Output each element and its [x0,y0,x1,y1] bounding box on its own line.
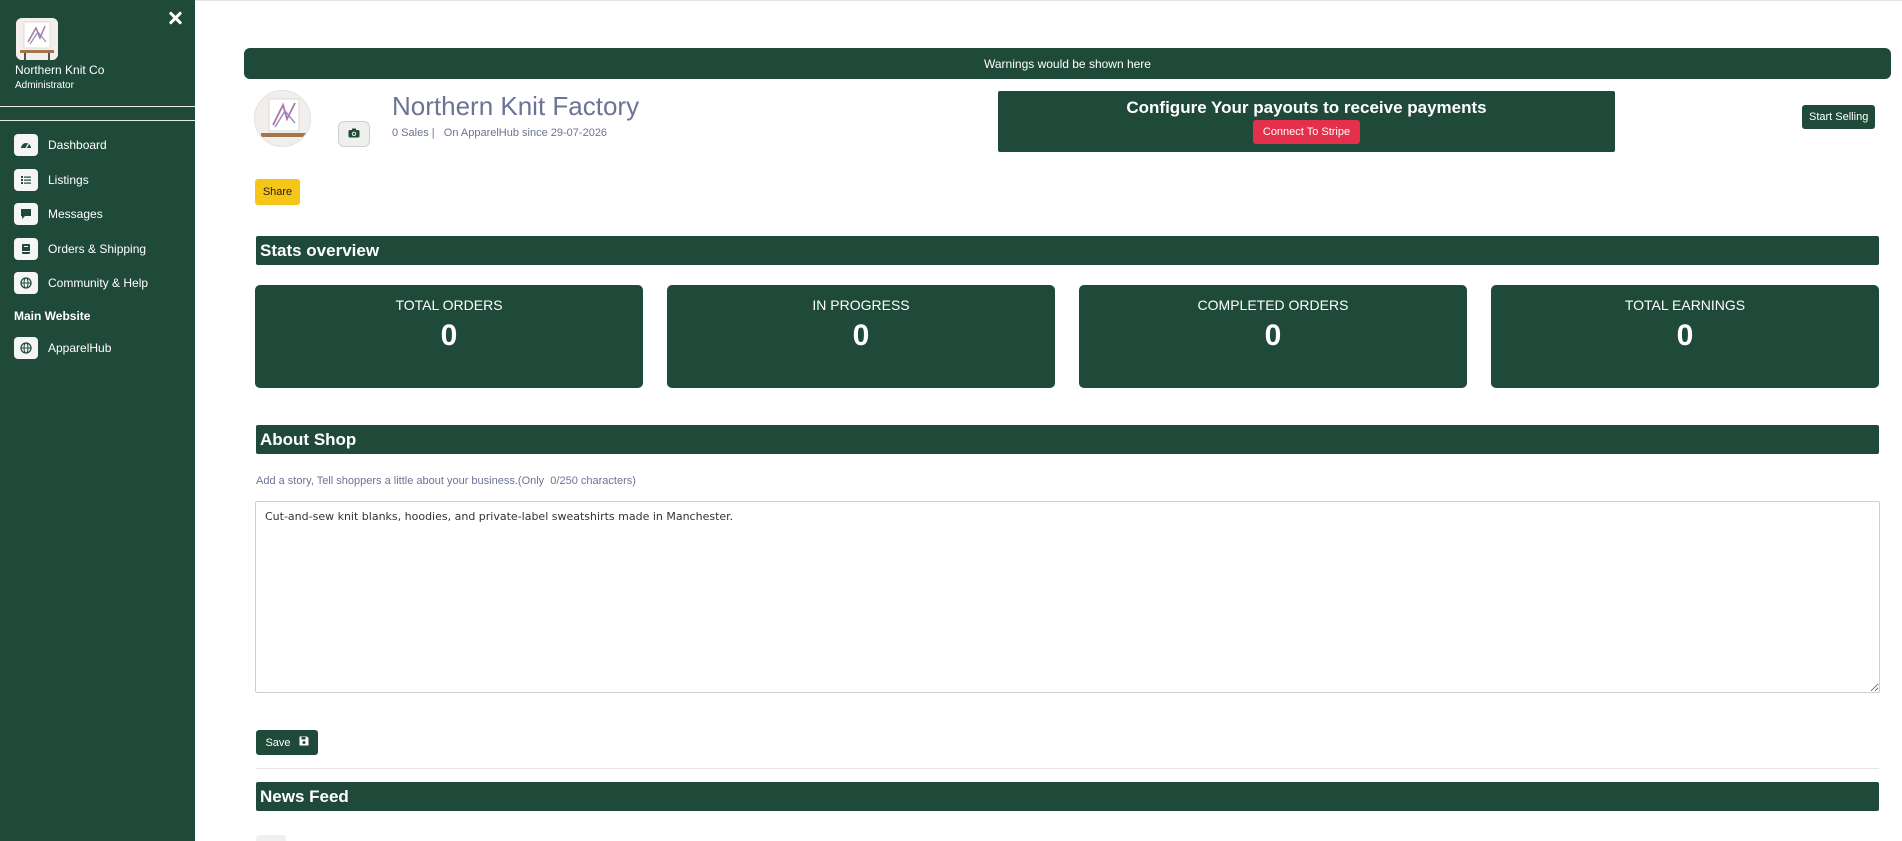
feed-item-thumbnail [256,835,286,841]
stat-value: 0 [1264,319,1282,352]
avatar [16,18,58,60]
shop-avatar [254,90,311,147]
sidebar-section-title: Main Website [14,308,91,323]
sidebar-item-apparelhub[interactable]: ApparelHub [14,331,184,366]
sidebar-role: Administrator [15,80,74,91]
stats-overview-header: Stats overview [256,236,1879,265]
divider [0,120,195,121]
stat-value: 0 [440,319,458,352]
sidebar-item-community-help[interactable]: Community & Help [14,266,184,301]
globe-icon [14,336,38,359]
about-shop-header: About Shop [256,425,1879,454]
share-button[interactable]: Share [255,179,300,205]
news-feed-header: News Feed [256,782,1879,811]
divider [195,0,1902,1]
save-label: Save [265,736,291,749]
connect-stripe-button[interactable]: Connect To Stripe [1252,120,1361,144]
sidebar-item-label: Community & Help [48,276,149,291]
sidebar-shop-name: Northern Knit Co [15,63,105,77]
about-hint: Add a story, Tell shoppers a little abou… [256,475,636,487]
stat-value: 0 [1676,319,1694,352]
sidebar-item-label: Messages [48,207,103,222]
dashboard-icon [14,134,38,157]
stat-label: TOTAL EARNINGS [1624,297,1746,313]
stat-label: TOTAL ORDERS [395,297,503,313]
save-button[interactable]: Save [256,730,318,755]
page-title: Northern Knit Factory [392,91,640,121]
about-textarea[interactable] [255,501,1880,693]
divider [256,768,1879,769]
message-icon [14,203,38,226]
book-icon [14,237,38,260]
stat-card-completed-orders: COMPLETED ORDERS 0 [1079,285,1467,388]
sidebar-item-label: ApparelHub [48,340,112,355]
payout-banner: Configure Your payouts to receive paymen… [998,91,1615,152]
sidebar-item-messages[interactable]: Messages [14,197,184,232]
divider [0,106,195,107]
sidebar: Northern Knit Co Administrator Dashboard… [0,0,195,841]
sidebar-item-listings[interactable]: Listings [14,163,184,198]
warning-banner: Warnings would be shown here [244,48,1891,79]
stat-card-in-progress: IN PROGRESS 0 [667,285,1055,388]
sidebar-item-orders-shipping[interactable]: Orders & Shipping [14,232,184,267]
close-icon[interactable] [167,10,183,26]
payout-heading: Configure Your payouts to receive paymen… [1126,98,1487,117]
sidebar-item-dashboard[interactable]: Dashboard [14,128,184,163]
start-selling-button[interactable]: Start Selling [1802,105,1876,129]
stat-card-total-earnings: TOTAL EARNINGS 0 [1491,285,1879,388]
floppy-icon [299,736,309,749]
sidebar-nav: Dashboard Listings Messages Orders & Shi… [14,128,184,365]
sidebar-item-label: Listings [48,172,89,187]
camera-icon [348,125,360,143]
sidebar-item-label: Dashboard [48,138,107,153]
stat-value: 0 [852,319,870,352]
sidebar-item-label: Orders & Shipping [48,241,147,256]
shop-meta: 0 Sales | On ApparelHub since 29-07-2026 [392,127,608,139]
stat-label: IN PROGRESS [812,297,910,313]
globe-icon [14,272,38,295]
stat-label: COMPLETED ORDERS [1197,297,1349,313]
camera-button[interactable] [338,121,370,147]
stat-card-total-orders: TOTAL ORDERS 0 [255,285,643,388]
list-icon [14,168,38,191]
